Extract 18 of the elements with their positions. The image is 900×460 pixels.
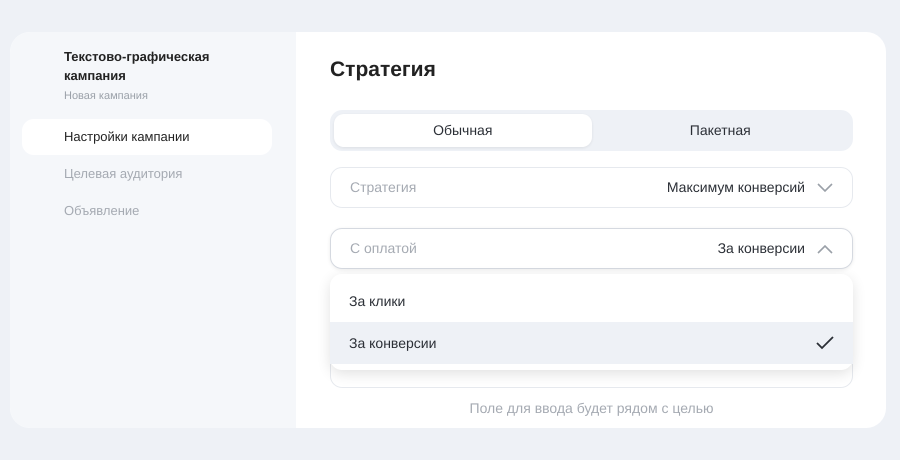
campaign-subtitle: Новая кампания — [64, 89, 149, 104]
field-value: Максимум конверсий — [666, 178, 805, 197]
chevron-down-icon — [817, 182, 833, 192]
section-title: Стратегия — [330, 57, 437, 82]
select-field[interactable]: С оплатой За конверсии — [330, 228, 853, 269]
field-value: За конверсии — [718, 239, 805, 258]
dropdown-option[interactable]: За конверсии — [330, 322, 853, 364]
checkmark-icon — [816, 336, 834, 350]
tab[interactable]: Обычная — [334, 114, 592, 147]
field-label: Стратегия — [350, 178, 416, 197]
nav-item[interactable]: Настройки кампании — [22, 118, 272, 154]
select-field[interactable]: Стратегия Максимум конверсий — [330, 167, 853, 208]
chevron-up-icon — [817, 244, 833, 254]
field-label: С оплатой — [350, 239, 417, 258]
dropdown-option[interactable]: За клики — [330, 280, 853, 322]
tab[interactable]: Пакетная — [592, 114, 849, 147]
hint-text: Поле для ввода будет рядом с целью — [468, 399, 714, 418]
campaign-title: Текстово-графическая кампания — [64, 48, 210, 85]
